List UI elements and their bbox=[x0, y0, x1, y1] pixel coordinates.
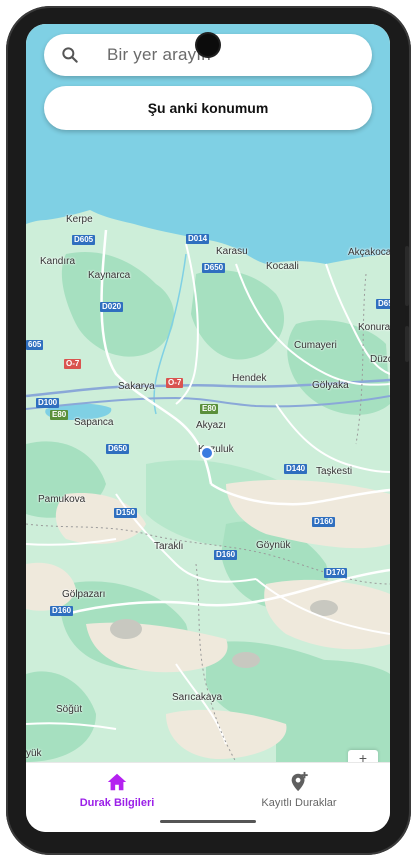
place-label: Düzce bbox=[370, 354, 390, 365]
place-label: Cumayeri bbox=[294, 340, 337, 351]
place-label: yük bbox=[26, 748, 42, 759]
road-shield: E80 bbox=[50, 410, 69, 420]
nav-item-kayitli-duraklar[interactable]: Kayıtlı Duraklar bbox=[208, 771, 390, 817]
place-label: Kocaali bbox=[266, 261, 299, 272]
road-shield: D170 bbox=[324, 568, 348, 578]
home-indicator[interactable] bbox=[160, 820, 256, 823]
place-label: Söğüt bbox=[56, 704, 83, 715]
road-shield: D650 bbox=[202, 263, 226, 273]
place-label: Gölyaka bbox=[312, 380, 349, 391]
nav-item-durak-bilgileri[interactable]: Durak Bilgileri bbox=[26, 771, 208, 817]
place-label: Taraklı bbox=[154, 541, 184, 552]
road-shield: D150 bbox=[114, 508, 138, 518]
place-label: Göynük bbox=[256, 540, 291, 551]
place-label: Kandıra bbox=[40, 256, 76, 267]
add-location-icon bbox=[291, 771, 308, 792]
road-shield: D160 bbox=[312, 517, 336, 527]
place-label: Taşkesti bbox=[316, 466, 353, 477]
home-icon bbox=[107, 773, 127, 791]
road-shield: 605 bbox=[26, 340, 44, 350]
nav-label: Kayıtlı Duraklar bbox=[261, 797, 337, 809]
place-label: Konura bbox=[358, 322, 390, 333]
road-shield: O-7 bbox=[64, 359, 82, 369]
power-button bbox=[405, 326, 409, 362]
road-shield: D65 bbox=[376, 299, 390, 309]
place-label: Akyazı bbox=[196, 420, 227, 431]
place-label: Pamukova bbox=[38, 494, 86, 505]
road-shield: D014 bbox=[186, 234, 210, 244]
place-label: Sarıcakaya bbox=[172, 692, 223, 703]
place-label: Kaynarca bbox=[88, 270, 131, 281]
place-label: Gölpazarı bbox=[62, 589, 106, 600]
search-input[interactable]: Bir yer arayın bbox=[107, 45, 211, 65]
road-shield: D605 bbox=[72, 235, 96, 245]
road-shield: D160 bbox=[214, 550, 238, 560]
road-shield: D140 bbox=[284, 464, 308, 474]
place-label: Akçakoca bbox=[348, 247, 390, 258]
road-shield: D020 bbox=[100, 302, 124, 312]
place-label: Karasu bbox=[216, 246, 248, 257]
road-shield: E80 bbox=[200, 404, 219, 414]
road-shield: D650 bbox=[106, 444, 130, 454]
place-label: Kerpe bbox=[66, 214, 93, 225]
place-label: Sakarya bbox=[118, 381, 155, 392]
search-icon bbox=[62, 47, 78, 63]
app-screen: Kerpe Karasu Akçakoca Kandıra Kaynarca K… bbox=[26, 24, 390, 832]
place-label: Sapanca bbox=[74, 417, 114, 428]
road-shield: O-7 bbox=[166, 378, 184, 388]
road-shield: D100 bbox=[36, 398, 60, 408]
map-view[interactable]: Kerpe Karasu Akçakoca Kandıra Kaynarca K… bbox=[26, 24, 390, 772]
volume-button bbox=[405, 246, 409, 306]
nav-label: Durak Bilgileri bbox=[79, 797, 155, 809]
place-label: Hendek bbox=[232, 373, 267, 384]
road-shield: D160 bbox=[50, 606, 74, 616]
current-location-button[interactable]: Şu anki konumum bbox=[44, 86, 372, 130]
front-camera bbox=[197, 34, 219, 56]
current-location-marker bbox=[202, 448, 212, 458]
